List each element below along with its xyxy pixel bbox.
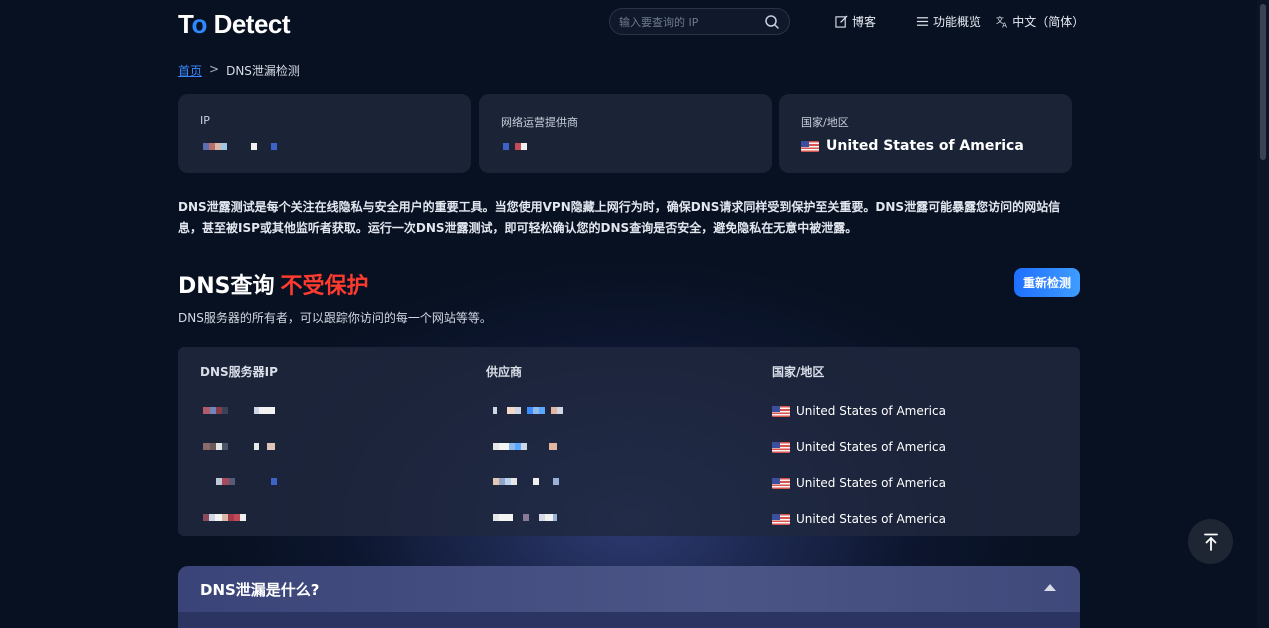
dns-table: DNS服务器IP 供应商 国家/地区 United States of Amer… (178, 347, 1080, 536)
edit-icon (835, 15, 848, 28)
breadcrumb: 首页 > DNS泄漏检测 (178, 62, 300, 79)
logo[interactable]: To Detect (178, 8, 291, 40)
dns-status: 不受保护 (280, 274, 369, 299)
recheck-button[interactable]: 重新检测 (1014, 268, 1080, 297)
menu-icon (916, 17, 929, 26)
dns-subtitle: DNS服务器的所有者，可以跟踪你访问的每一个网站等等。 (178, 311, 492, 325)
us-flag-icon (772, 441, 790, 453)
table-row-2-ip-redacted (203, 443, 275, 450)
language-label: 中文（简体） (1012, 15, 1085, 29)
us-flag-icon (772, 477, 790, 489)
arrow-to-top-icon (1203, 533, 1218, 551)
search-box (609, 8, 790, 35)
dns-section-title: DNS查询 不受保护 (178, 274, 369, 299)
back-to-top-button[interactable] (1188, 519, 1233, 564)
country-card: 国家/地区 United States of America (779, 94, 1072, 173)
table-row-1-provider-redacted (493, 407, 563, 414)
caret-up-icon[interactable] (1044, 584, 1056, 591)
us-flag-icon (772, 405, 790, 417)
search-icon[interactable] (764, 14, 780, 30)
nav-features[interactable]: 功能概览 (916, 13, 981, 30)
page-scrollbar[interactable] (1257, 0, 1269, 628)
header: To Detect 博客 功能概览 文A 中文（简体） (178, 8, 1085, 40)
table-row-1-country: United States of America (772, 404, 946, 418)
nav-features-label: 功能概览 (933, 15, 982, 29)
table-row-3-provider-redacted (493, 478, 559, 485)
table-row-4-provider-redacted (493, 514, 557, 521)
nav-blog-label: 博客 (852, 15, 877, 29)
translate-icon: 文A (996, 15, 1007, 28)
isp-card: 网络运营提供商 (479, 94, 772, 173)
breadcrumb-home-link[interactable]: 首页 (178, 62, 202, 79)
svg-text:A: A (1002, 22, 1007, 28)
table-row-2-country: United States of America (772, 440, 946, 454)
table-header-provider: 供应商 (486, 365, 523, 379)
table-row-2-provider-redacted (493, 443, 557, 450)
isp-label: 网络运营提供商 (501, 116, 578, 129)
country-value: United States of America (801, 138, 1024, 154)
breadcrumb-current: DNS泄漏检测 (226, 64, 300, 78)
us-flag-icon (772, 513, 790, 525)
table-row-1-ip-redacted (203, 407, 275, 414)
table-row-3-ip-redacted (216, 478, 277, 485)
language-switcher[interactable]: 文A 中文（简体） (996, 13, 1085, 30)
nav-blog[interactable]: 博客 (835, 13, 876, 30)
country-label: 国家/地区 (801, 116, 849, 129)
table-row-4-ip-redacted (203, 514, 246, 521)
us-flag-icon (801, 140, 819, 152)
breadcrumb-separator: > (209, 62, 220, 76)
table-row-3-country: United States of America (772, 476, 946, 490)
isp-value-redacted (503, 143, 527, 150)
table-header-dns-ip: DNS服务器IP (200, 365, 278, 379)
scrollbar-thumb[interactable] (1260, 4, 1266, 160)
ip-value-redacted (203, 143, 277, 150)
intro-text: DNS泄露测试是每个关注在线隐私与安全用户的重要工具。当您使用VPN隐藏上网行为… (178, 200, 1061, 235)
ip-label: IP (200, 114, 210, 127)
faq-accordion-header[interactable]: DNS泄漏是什么? (178, 566, 1080, 612)
ip-card: IP (178, 94, 471, 173)
faq-accordion-body (178, 612, 1080, 628)
faq-question: DNS泄漏是什么? (200, 581, 320, 599)
table-header-country: 国家/地区 (772, 365, 825, 379)
search-input[interactable] (619, 14, 759, 30)
table-row-4-country: United States of America (772, 512, 946, 526)
